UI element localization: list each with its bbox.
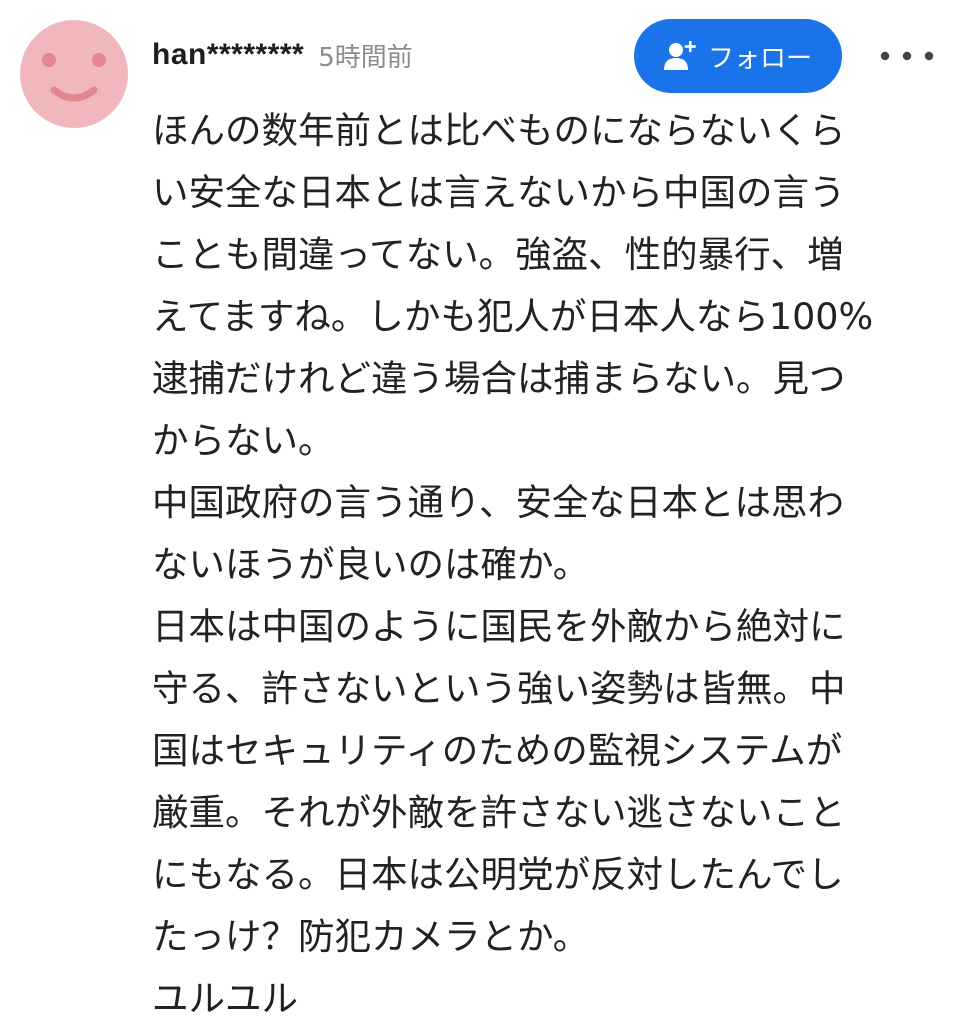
comment-line: にもなる。日本は公明党が反対したんでし <box>152 853 844 896</box>
comment-header: han******** 5時間前 <box>152 30 413 80</box>
comment-line: ことも間違ってない。強盗、性的暴行、増 <box>152 233 844 276</box>
comment-line: ユルユル <box>152 977 298 1020</box>
comment-line: 守る、許さないという強い姿勢は皆無。中 <box>152 667 846 710</box>
add-user-icon <box>663 39 698 73</box>
comment-line: 日本は中国のように国民を外敵から絶対に <box>152 605 846 648</box>
follow-button[interactable]: フォロー <box>634 19 842 93</box>
comment-line: ほんの数年前とは比べものにならないくら <box>152 109 846 152</box>
follow-button-label: フォロー <box>707 43 812 74</box>
comment-line: 中国政府の言う通り、安全な日本とは思わ <box>152 481 845 524</box>
comment-line: 逮捕だけれど違う場合は捕まらない。見つ <box>152 357 846 400</box>
comment-line: ないほうが良いのは確か。 <box>152 543 590 586</box>
comment-card: han******** 5時間前 フォロー ほんの数年前とは比べものにならないく… <box>0 0 960 1024</box>
comment-line: からない。 <box>152 419 335 462</box>
comment-body: ほんの数年前とは比べものにならないくら い安全な日本とは言えないから中国の言う … <box>152 100 942 1030</box>
more-horizontal-icon <box>880 51 934 61</box>
comment-line: い安全な日本とは言えないから中国の言う <box>152 171 846 214</box>
smiley-face-icon <box>20 20 128 128</box>
comment-line: 国はセキュリティのための監視システムが <box>152 729 843 772</box>
comment-line: 厳重。それが外敵を許さない逃さないこと <box>152 791 846 834</box>
comment-line: えてますね。しかも犯人が日本人なら100% <box>152 295 874 338</box>
username[interactable]: han******** <box>152 38 304 72</box>
more-options-button[interactable] <box>874 36 940 76</box>
avatar[interactable] <box>20 20 128 128</box>
timestamp: 5時間前 <box>318 42 413 73</box>
comment-line: たっけ？防犯カメラとか。 <box>152 915 590 958</box>
